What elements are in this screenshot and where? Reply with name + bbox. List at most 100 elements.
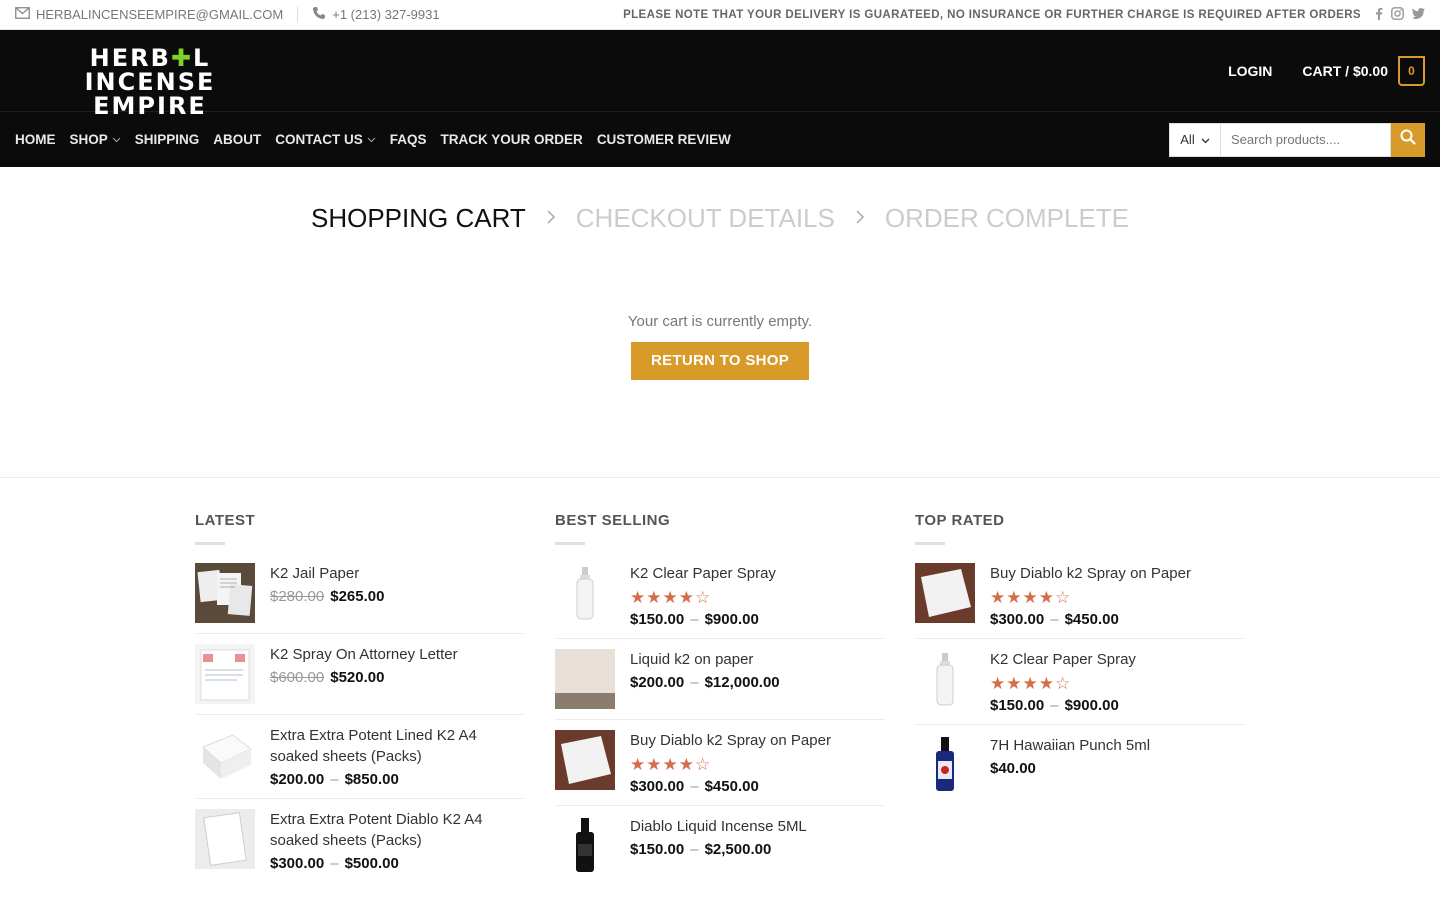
sale-price: $520.00 <box>330 669 385 686</box>
cart-link[interactable]: CART / $0.00 0 <box>1302 55 1425 86</box>
nav-item-shipping[interactable]: SHIPPING <box>135 132 200 147</box>
site-logo[interactable]: HERB✚L INCENSE EMPIRE <box>30 46 270 118</box>
product-item[interactable]: Extra Extra Potent Lined K2 A4 soaked sh… <box>195 725 525 799</box>
product-item[interactable]: K2 Clear Paper Spray ★ ★ ★ ★ ☆ $150.00– $900.00 <box>555 563 885 639</box>
nav-item-label: HOME <box>15 132 56 147</box>
widget-title: BEST SELLING <box>555 512 671 529</box>
product-thumbnail[interactable] <box>195 563 255 623</box>
search-input[interactable] <box>1221 122 1391 157</box>
title-underline <box>915 542 945 545</box>
nav-item-contact-us[interactable]: CONTACT US <box>275 132 376 147</box>
step-shopping-cart[interactable]: SHOPPING CART <box>311 203 526 234</box>
product-name-link[interactable]: Buy Diablo k2 Spray on Paper <box>990 563 1245 584</box>
price-range-separator: – <box>330 771 339 788</box>
price-min: $300.00 <box>270 855 325 872</box>
product-name-link[interactable]: Extra Extra Potent Diablo K2 A4 soaked s… <box>270 809 525 851</box>
product-thumbnail[interactable] <box>555 649 615 709</box>
product-thumbnail[interactable] <box>195 644 255 704</box>
chevron-right-icon <box>546 205 556 231</box>
price-max: $900.00 <box>1064 697 1119 714</box>
star-filled-icon: ★ <box>1038 674 1054 693</box>
price-max: $2,500.00 <box>704 841 772 858</box>
product-thumbnail[interactable] <box>915 735 975 795</box>
instagram-icon[interactable] <box>1391 6 1404 23</box>
nav-item-faqs[interactable]: FAQS <box>390 132 427 147</box>
product-item[interactable]: 7H Hawaiian Punch 5ml $40.00 <box>915 735 1245 805</box>
email-link[interactable]: HERBALINCENSEEMPIRE@GMAIL.COM <box>15 7 283 22</box>
price-min: $150.00 <box>630 841 685 858</box>
search-category-select[interactable]: All <box>1169 122 1221 157</box>
nav-item-track-your-order[interactable]: TRACK YOUR ORDER <box>441 132 583 147</box>
step-checkout-details[interactable]: CHECKOUT DETAILS <box>576 203 835 234</box>
product-item[interactable]: K2 Spray On Attorney Letter $600.00 $520.0… <box>195 644 525 715</box>
phone-icon <box>312 6 326 23</box>
facebook-icon[interactable] <box>1375 7 1383 23</box>
search-category-value: All <box>1180 132 1195 147</box>
product-info: 7H Hawaiian Punch 5ml $40.00 <box>990 735 1245 795</box>
product-thumbnail[interactable] <box>555 730 615 790</box>
product-item[interactable]: K2 Jail Paper $280.00 $265.00 <box>195 563 525 634</box>
product-info: Liquid k2 on paper $200.00– $12,000.00 <box>630 649 885 709</box>
product-thumbnail[interactable] <box>195 809 255 869</box>
product-name-link[interactable]: Diablo Liquid Incense 5ML <box>630 816 885 837</box>
old-price: $600.00 <box>270 669 325 686</box>
product-info: K2 Clear Paper Spray ★ ★ ★ ★ ☆ $150.00– $900.00 <box>630 563 885 628</box>
twitter-icon[interactable] <box>1412 7 1425 22</box>
main-nav: HOME SHOP SHIPPING ABOUT CONTACT US FAQS TRACK… <box>0 112 1440 167</box>
product-name-link[interactable]: Buy Diablo k2 Spray on Paper <box>630 730 885 751</box>
empty-cart-message: Your cart is currently empty. <box>627 313 813 330</box>
product-thumbnail[interactable] <box>915 649 975 709</box>
star-filled-icon: ★ <box>630 755 646 774</box>
email-text: HERBALINCENSEEMPIRE@GMAIL.COM <box>36 7 284 22</box>
product-name-link[interactable]: K2 Jail Paper <box>270 563 525 584</box>
social-links <box>1375 6 1425 23</box>
product-price: $150.00– $2,500.00 <box>630 841 885 858</box>
widget-latest: LATEST K2 Jail Paper $280.00 $265.00 K2 Spr… <box>195 512 525 896</box>
price-min: $300.00 <box>630 778 685 795</box>
widget-title: LATEST <box>195 512 256 529</box>
chevron-right-icon <box>855 205 865 231</box>
price-range-separator: – <box>690 841 699 858</box>
product-list: Buy Diablo k2 Spray on Paper ★ ★ ★ ★ ☆ $300.00… <box>915 563 1245 805</box>
product-item[interactable]: Buy Diablo k2 Spray on Paper ★ ★ ★ ★ ☆ $300.00… <box>915 563 1245 639</box>
nav-item-home[interactable]: HOME <box>15 132 56 147</box>
product-name-link[interactable]: K2 Spray On Attorney Letter <box>270 644 525 665</box>
price-max: $450.00 <box>1064 611 1119 628</box>
product-thumbnail[interactable] <box>195 725 255 785</box>
product-item[interactable]: Extra Extra Potent Diablo K2 A4 soaked s… <box>195 809 525 882</box>
star-filled-icon: ★ <box>678 588 694 607</box>
price-value: $40.00 <box>990 760 1036 777</box>
product-info: Diablo Liquid Incense 5ML $150.00– $2,500.… <box>630 816 885 876</box>
product-item[interactable]: Buy Diablo k2 Spray on Paper ★ ★ ★ ★ ☆ $300.00… <box>555 730 885 806</box>
star-filled-icon: ★ <box>662 755 678 774</box>
product-name-link[interactable]: Liquid k2 on paper <box>630 649 885 670</box>
star-filled-icon: ★ <box>1038 588 1054 607</box>
product-item[interactable]: K2 Clear Paper Spray ★ ★ ★ ★ ☆ $150.00– $900.00 <box>915 649 1245 725</box>
nav-item-shop[interactable]: SHOP <box>70 132 121 147</box>
nav-item-label: SHIPPING <box>134 132 200 147</box>
product-name-link[interactable]: K2 Clear Paper Spray <box>990 649 1245 670</box>
product-thumbnail[interactable] <box>915 563 975 623</box>
nav-item-label: SHOP <box>69 132 108 147</box>
product-name-link[interactable]: Extra Extra Potent Lined K2 A4 soaked sh… <box>270 725 525 767</box>
price-range-separator: – <box>1050 611 1059 628</box>
product-item[interactable]: Liquid k2 on paper $200.00– $12,000.00 <box>555 649 885 720</box>
product-name-link[interactable]: 7H Hawaiian Punch 5ml <box>990 735 1245 756</box>
login-link[interactable]: LOGIN <box>1228 63 1272 79</box>
product-item[interactable]: Diablo Liquid Incense 5ML $150.00– $2,500.… <box>555 816 885 886</box>
search-button[interactable] <box>1391 122 1425 157</box>
nav-item-about[interactable]: ABOUT <box>213 132 261 147</box>
product-price: $150.00– $900.00 <box>990 697 1245 714</box>
phone-link[interactable]: +1 (213) 327-9931 <box>312 6 440 23</box>
product-name-link[interactable]: K2 Clear Paper Spray <box>630 563 885 584</box>
star-filled-icon: ★ <box>1006 588 1022 607</box>
price-min: $300.00 <box>990 611 1045 628</box>
star-empty-icon: ☆ <box>1055 588 1071 607</box>
product-thumbnail[interactable] <box>555 816 615 876</box>
nav-item-customer-review[interactable]: CUSTOMER REVIEW <box>597 132 731 147</box>
product-info: K2 Spray On Attorney Letter $600.00 $520.0… <box>270 644 525 704</box>
return-to-shop-button[interactable]: RETURN TO SHOP <box>630 342 810 380</box>
product-thumbnail[interactable] <box>555 563 615 623</box>
price-max: $450.00 <box>704 778 759 795</box>
nav-item-label: TRACK YOUR ORDER <box>440 132 583 147</box>
